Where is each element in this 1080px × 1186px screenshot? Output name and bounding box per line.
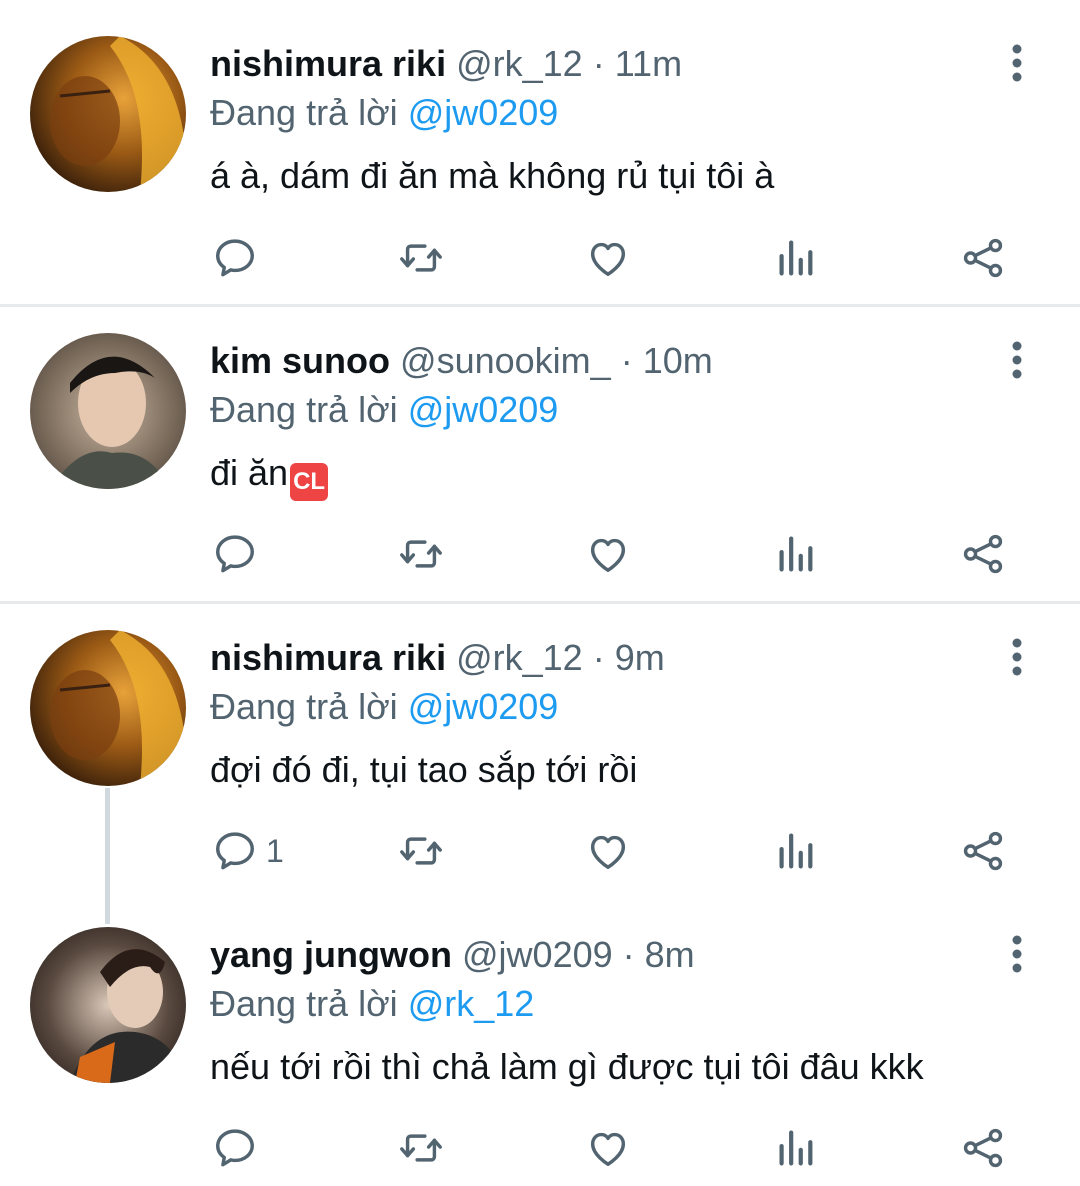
like-button[interactable] [585,821,631,881]
divider [0,304,1080,307]
timestamp[interactable]: 8m [645,934,695,975]
user-handle[interactable]: @rk_12 [456,43,583,84]
mention-link[interactable]: @jw0209 [408,686,559,727]
action-bar: 1 [210,821,1030,881]
share-button[interactable] [960,524,1006,584]
retweet-button[interactable] [398,228,444,288]
more-options-button[interactable] [1000,929,1034,979]
views-icon [772,531,818,577]
separator-dot: · [582,43,615,84]
replying-to: Đang trả lời @jw0209 [210,87,558,139]
like-button[interactable] [585,1118,631,1178]
timestamp[interactable]: 11m [615,43,682,84]
mention-link[interactable]: @jw0209 [408,92,559,133]
reply-count: 1 [266,832,284,869]
divider [0,601,1080,604]
views-button[interactable] [772,524,818,584]
reply-button[interactable]: 1 [212,821,284,881]
reply-icon [212,1125,258,1171]
retweet-icon [398,235,444,281]
share-icon [960,531,1006,577]
replying-label: Đang trả lời [210,983,398,1024]
separator-dot: · [582,637,615,678]
share-icon [960,1125,1006,1171]
like-icon [585,235,631,281]
mention-link[interactable]: @rk_12 [408,983,535,1024]
like-icon [585,1125,631,1171]
share-button[interactable] [960,821,1006,881]
replying-to: Đang trả lời @jw0209 [210,681,558,733]
action-bar [210,228,1030,288]
tweet-text: á à, dám đi ăn mà không rủ tụi tôi à [210,155,775,196]
separator-dot: · [612,934,645,975]
user-handle[interactable]: @jw0209 [462,934,613,975]
tweet-text: đi ăn CL [210,447,329,501]
display-name[interactable]: yang jungwon [210,934,452,975]
more-icon [1011,340,1023,380]
views-icon [772,235,818,281]
tweet-text-content: đi ăn [210,452,289,493]
more-icon [1011,934,1023,974]
display-name[interactable]: kim sunoo [210,340,390,381]
timestamp[interactable]: 9m [615,637,665,678]
reply-icon [212,828,258,874]
like-button[interactable] [585,228,631,288]
tweet-header: nishimura riki @rk_12 · 11m [210,38,682,90]
like-icon [585,531,631,577]
views-icon [772,828,818,874]
timestamp[interactable]: 10m [643,340,713,381]
thread-connector [105,788,110,924]
tweet-text: nếu tới rồi thì chả làm gì được tụi tôi … [210,1046,924,1087]
share-button[interactable] [960,228,1006,288]
views-button[interactable] [772,821,818,881]
retweet-icon [398,531,444,577]
tweet-header: kim sunoo @sunookim_ · 10m [210,335,713,387]
avatar[interactable] [30,333,186,489]
more-options-button[interactable] [1000,632,1034,682]
reply-button[interactable] [212,524,266,584]
like-button[interactable] [585,524,631,584]
action-bar [210,524,1030,584]
retweet-button[interactable] [398,524,444,584]
views-button[interactable] [772,1118,818,1178]
retweet-button[interactable] [398,1118,444,1178]
replying-label: Đang trả lời [210,686,398,727]
tweet-header: nishimura riki @rk_12 · 9m [210,632,665,684]
retweet-button[interactable] [398,821,444,881]
tweet-text: đợi đó đi, tụi tao sắp tới rồi [210,749,638,790]
avatar[interactable] [30,36,186,192]
reply-button[interactable] [212,1118,266,1178]
display-name[interactable]: nishimura riki [210,637,446,678]
reply-icon [212,531,258,577]
reply-icon [212,235,258,281]
retweet-icon [398,828,444,874]
retweet-icon [398,1125,444,1171]
mention-link[interactable]: @jw0209 [408,389,559,430]
display-name[interactable]: nishimura riki [210,43,446,84]
share-button[interactable] [960,1118,1006,1178]
replying-to: Đang trả lời @rk_12 [210,978,534,1030]
more-icon [1011,43,1023,83]
like-icon [585,828,631,874]
action-bar [210,1118,1030,1178]
more-options-button[interactable] [1000,335,1034,385]
user-handle[interactable]: @sunookim_ [400,340,611,381]
tweet-header: yang jungwon @jw0209 · 8m [210,929,695,981]
cl-emoji: CL [290,463,329,501]
replying-to: Đang trả lời @jw0209 [210,384,558,436]
views-button[interactable] [772,228,818,288]
more-icon [1011,637,1023,677]
replying-label: Đang trả lời [210,389,398,430]
views-icon [772,1125,818,1171]
avatar[interactable] [30,927,186,1083]
reply-button[interactable] [212,228,266,288]
separator-dot: · [610,340,643,381]
user-handle[interactable]: @rk_12 [456,637,583,678]
avatar[interactable] [30,630,186,786]
more-options-button[interactable] [1000,38,1034,88]
replying-label: Đang trả lời [210,92,398,133]
share-icon [960,235,1006,281]
share-icon [960,828,1006,874]
